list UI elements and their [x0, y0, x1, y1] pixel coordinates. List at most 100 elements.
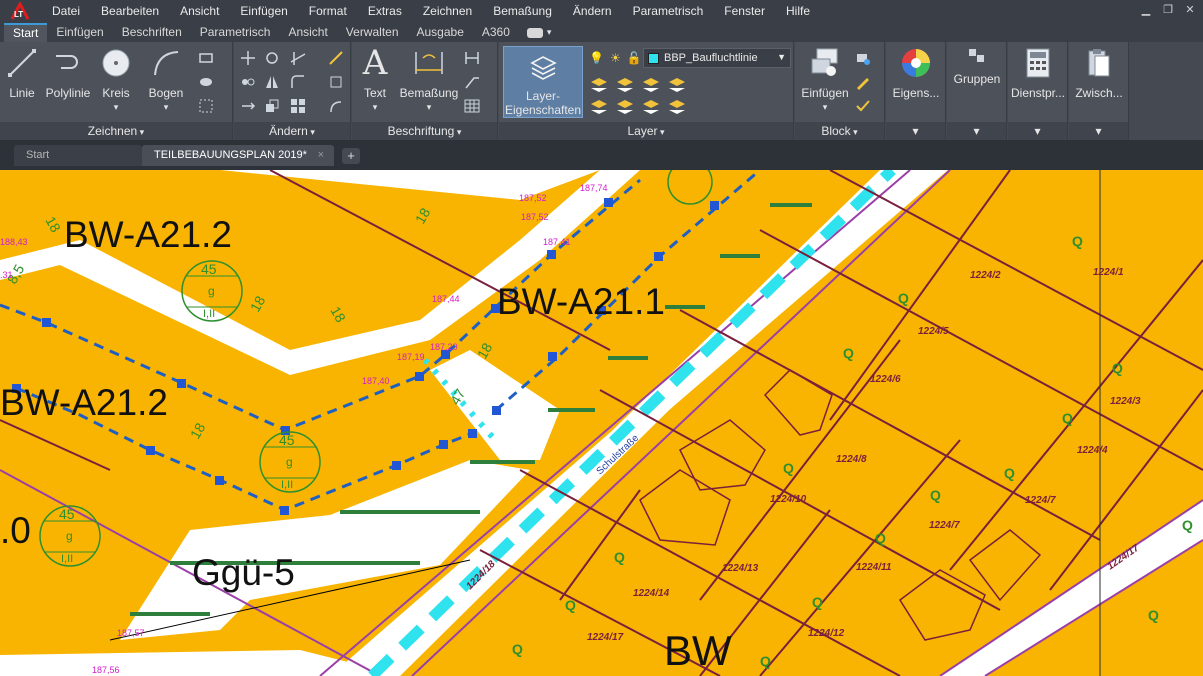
- zwischenablage-button[interactable]: Zwisch...: [1071, 46, 1127, 100]
- svg-text:Q: Q: [930, 487, 941, 503]
- trim-icon[interactable]: [290, 50, 306, 66]
- panel-title-gruppen[interactable]: ▾: [947, 122, 1006, 140]
- table-icon[interactable]: [464, 98, 480, 114]
- file-tab-document[interactable]: TEILBEBAUUNGSPLAN 2019* ×: [142, 145, 334, 166]
- dienstprogramme-button[interactable]: Dienstpr...: [1010, 46, 1066, 100]
- linie-button[interactable]: Linie: [4, 46, 40, 100]
- panel-title-beschriftung[interactable]: Beschriftung: [352, 122, 497, 140]
- menu-parametrisch[interactable]: Parametrisch: [621, 0, 713, 22]
- panel-title-eigenschaften[interactable]: ▾: [886, 122, 945, 140]
- dimension-icon: [413, 46, 445, 80]
- menu-format[interactable]: Format: [297, 0, 356, 22]
- kreis-label: Kreis: [102, 86, 130, 100]
- layer-properties-icon: [527, 51, 559, 85]
- erase-icon[interactable]: [328, 50, 344, 66]
- file-tab-document-label: TEILBEBAUUNGSPLAN 2019*: [154, 149, 307, 161]
- tab-ausgabe[interactable]: Ausgabe: [408, 23, 473, 42]
- panel-title-layer[interactable]: Layer: [499, 122, 793, 140]
- app-logo-text: LT: [14, 10, 24, 19]
- calculator-icon: [1022, 46, 1054, 80]
- stretch-icon[interactable]: [240, 98, 256, 114]
- tab-beschriften[interactable]: Beschriften: [113, 23, 191, 42]
- usage-sign-4: [667, 170, 713, 205]
- kreis-button[interactable]: Kreis ▾: [98, 46, 134, 114]
- tab-a360[interactable]: A360: [473, 23, 519, 42]
- panel-layer: Layer- Eigenschaften 💡 ☀ 🔓 BBP_Bauflucht…: [499, 42, 794, 140]
- bogen-label: Bogen: [148, 86, 184, 100]
- edit-block-icon[interactable]: [855, 74, 871, 90]
- tab-ansicht[interactable]: Ansicht: [279, 23, 336, 42]
- close-tab-icon[interactable]: ×: [318, 145, 324, 166]
- hatch-icon[interactable]: [198, 74, 214, 90]
- linear-dim-icon[interactable]: [464, 50, 480, 66]
- mirror-icon[interactable]: [264, 74, 280, 90]
- region-icon[interactable]: [198, 98, 214, 114]
- zwischenablage-label: Zwisch...: [1075, 86, 1123, 100]
- lightbulb-icon[interactable]: 💡: [589, 51, 604, 65]
- svg-text:1224/17: 1224/17: [587, 632, 624, 643]
- fillet-icon[interactable]: [290, 74, 306, 90]
- restore-icon[interactable]: ❐: [1161, 2, 1175, 18]
- file-tab-start[interactable]: Start: [14, 145, 142, 166]
- new-tab-button[interactable]: +: [342, 148, 360, 164]
- menu-bearbeiten[interactable]: Bearbeiten: [89, 0, 168, 22]
- current-layer-name: BBP_Baufluchtlinie: [664, 52, 758, 64]
- drawing-canvas[interactable]: BW-A21.2 BW-A21.1 BW-A21.2 .0 Ggü-5 BW 4…: [0, 170, 1203, 676]
- svg-text:.31: .31: [0, 270, 13, 280]
- svg-text:1224/13: 1224/13: [722, 563, 759, 574]
- copy-icon[interactable]: [240, 74, 256, 90]
- panel-title-aendern[interactable]: Ändern: [234, 122, 350, 140]
- menu-aendern[interactable]: Ändern: [561, 0, 621, 22]
- minimize-icon[interactable]: ▁: [1139, 2, 1153, 18]
- rectangle-icon[interactable]: [198, 50, 214, 66]
- panel-title-zwischenablage[interactable]: ▾: [1069, 122, 1128, 140]
- tab-start[interactable]: Start: [4, 23, 48, 42]
- rotate-icon[interactable]: [264, 50, 280, 66]
- panel-title-dienstprogramme[interactable]: ▾: [1008, 122, 1067, 140]
- app-logo[interactable]: LT: [0, 0, 40, 22]
- scale-icon[interactable]: [264, 98, 280, 114]
- menu-ansicht[interactable]: Ansicht: [168, 0, 228, 22]
- array-icon[interactable]: [290, 98, 306, 114]
- layer-eigenschaften-button[interactable]: Layer- Eigenschaften: [503, 46, 583, 118]
- tab-verwalten[interactable]: Verwalten: [337, 23, 408, 42]
- text-button[interactable]: A Text ▾: [358, 46, 392, 114]
- panel-title-zeichnen[interactable]: Zeichnen: [0, 122, 232, 140]
- bemassung-button[interactable]: Bemaßung ▾: [398, 46, 460, 114]
- dienstprogramme-label: Dienstpr...: [1010, 86, 1066, 100]
- svg-text:1224/6: 1224/6: [870, 374, 901, 385]
- move-icon[interactable]: [240, 50, 256, 66]
- unlock-icon[interactable]: 🔓: [627, 51, 642, 65]
- eigenschaften-button[interactable]: Eigens...: [890, 46, 942, 100]
- offset-icon[interactable]: [328, 98, 344, 114]
- polylinie-button[interactable]: Polylinie: [40, 46, 96, 100]
- create-block-icon[interactable]: [855, 50, 871, 66]
- ribbon: Linie Polylinie Kreis▾ Bogen▾ Zeichnen: [0, 42, 1203, 140]
- eigenschaften-label: Eigens...: [892, 86, 940, 100]
- ribbon-options-button[interactable]: ▾: [519, 23, 560, 42]
- menu-bemassung[interactable]: Bemaßung: [481, 0, 561, 22]
- layer-tools-icons[interactable]: [589, 74, 709, 120]
- gruppen-button[interactable]: Gruppen: [951, 46, 1003, 86]
- zone-label-point-zero: .0: [0, 510, 31, 551]
- sun-icon[interactable]: ☀: [610, 51, 621, 65]
- tab-parametrisch[interactable]: Parametrisch: [191, 23, 280, 42]
- text-icon: A: [362, 43, 388, 83]
- menu-extras[interactable]: Extras: [356, 0, 411, 22]
- leader-icon[interactable]: [464, 74, 480, 90]
- menu-fenster[interactable]: Fenster: [712, 0, 774, 22]
- block-einfuegen-button[interactable]: Einfügen ▾: [799, 46, 851, 114]
- attribute-icon[interactable]: [855, 98, 871, 114]
- zone-label-bw: BW: [664, 627, 732, 674]
- menu-datei[interactable]: Datei: [40, 0, 89, 22]
- explode-icon[interactable]: [328, 74, 344, 90]
- close-icon[interactable]: ✕: [1183, 2, 1197, 18]
- bogen-button[interactable]: Bogen ▾: [146, 46, 186, 114]
- menu-einfuegen[interactable]: Einfügen: [228, 0, 296, 22]
- menu-hilfe[interactable]: Hilfe: [774, 0, 819, 22]
- menu-zeichnen[interactable]: Zeichnen: [411, 0, 481, 22]
- current-layer-dropdown[interactable]: BBP_Baufluchtlinie ▼: [643, 48, 791, 68]
- tab-einfuegen[interactable]: Einfügen: [47, 23, 112, 42]
- panel-title-block[interactable]: Block: [795, 122, 884, 140]
- file-tab-start-label: Start: [26, 149, 50, 161]
